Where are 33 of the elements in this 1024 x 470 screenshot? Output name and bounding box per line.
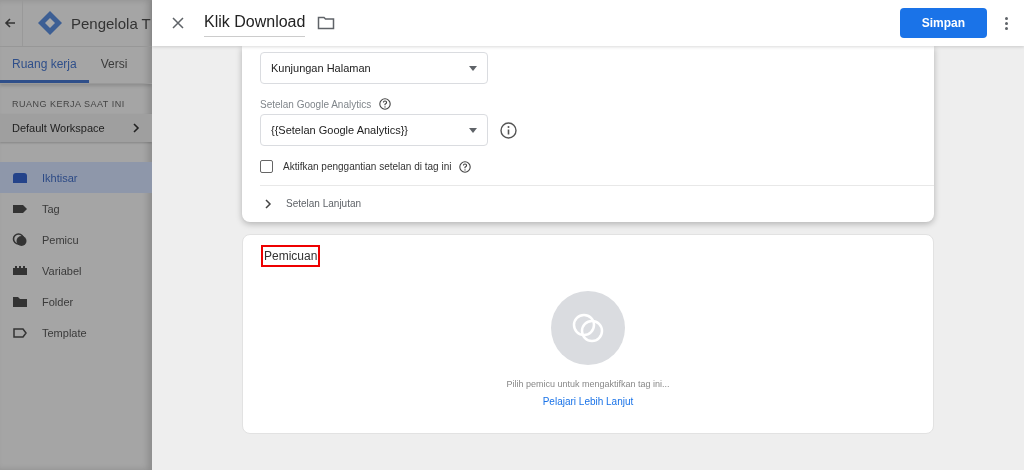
folder-icon[interactable] bbox=[317, 15, 336, 31]
chevron-icon bbox=[132, 123, 140, 133]
nav-item[interactable]: Template bbox=[0, 317, 152, 348]
expander[interactable]: Setelan Lanjutan bbox=[260, 185, 934, 212]
save-button[interactable]: Simpan bbox=[899, 8, 987, 38]
nav-item[interactable]: Ikhtisar bbox=[0, 162, 152, 193]
tab[interactable]: Versi bbox=[88, 47, 140, 83]
nav-item[interactable]: Folder bbox=[0, 286, 152, 317]
empty-hint: Pilih pemicu untuk mengaktifkan tag ini... bbox=[506, 379, 670, 389]
checkbox[interactable] bbox=[260, 160, 273, 173]
workspace-selector[interactable]: Default Workspace bbox=[0, 114, 152, 142]
dropdown[interactable]: {{Setelan Google Analytics}} bbox=[260, 114, 488, 146]
diamond-logo-icon bbox=[37, 10, 63, 36]
caret-icon bbox=[469, 127, 477, 133]
tab[interactable]: Ruang kerja bbox=[0, 47, 89, 83]
nav-item[interactable]: Tag bbox=[0, 193, 152, 224]
caret-icon bbox=[469, 65, 477, 71]
nav-item[interactable]: Variabel bbox=[0, 255, 152, 286]
chevron-icon bbox=[264, 198, 272, 209]
field-label: Setelan Google Analytics bbox=[260, 98, 372, 110]
help-icon[interactable] bbox=[459, 160, 472, 173]
dropdown[interactable]: Kunjungan Halaman bbox=[260, 52, 488, 84]
checkbox-label: Aktifkan penggantian setelan di tag ini bbox=[283, 161, 452, 172]
circles-icon bbox=[12, 231, 28, 248]
section-label: RUANG KERJA SAAT INI bbox=[11, 98, 126, 111]
close-icon[interactable] bbox=[172, 17, 184, 29]
info-icon[interactable] bbox=[500, 121, 517, 139]
card-title: Pemicuan bbox=[261, 245, 321, 267]
app-title: Pengelola T bbox=[71, 14, 151, 32]
tag-name-field[interactable]: Klik Download bbox=[204, 9, 306, 37]
nav-item[interactable]: Pemicu bbox=[0, 224, 152, 255]
learn-more-link[interactable]: Pelajari Lebih Lanjut bbox=[542, 396, 634, 407]
help-icon[interactable] bbox=[379, 98, 392, 110]
